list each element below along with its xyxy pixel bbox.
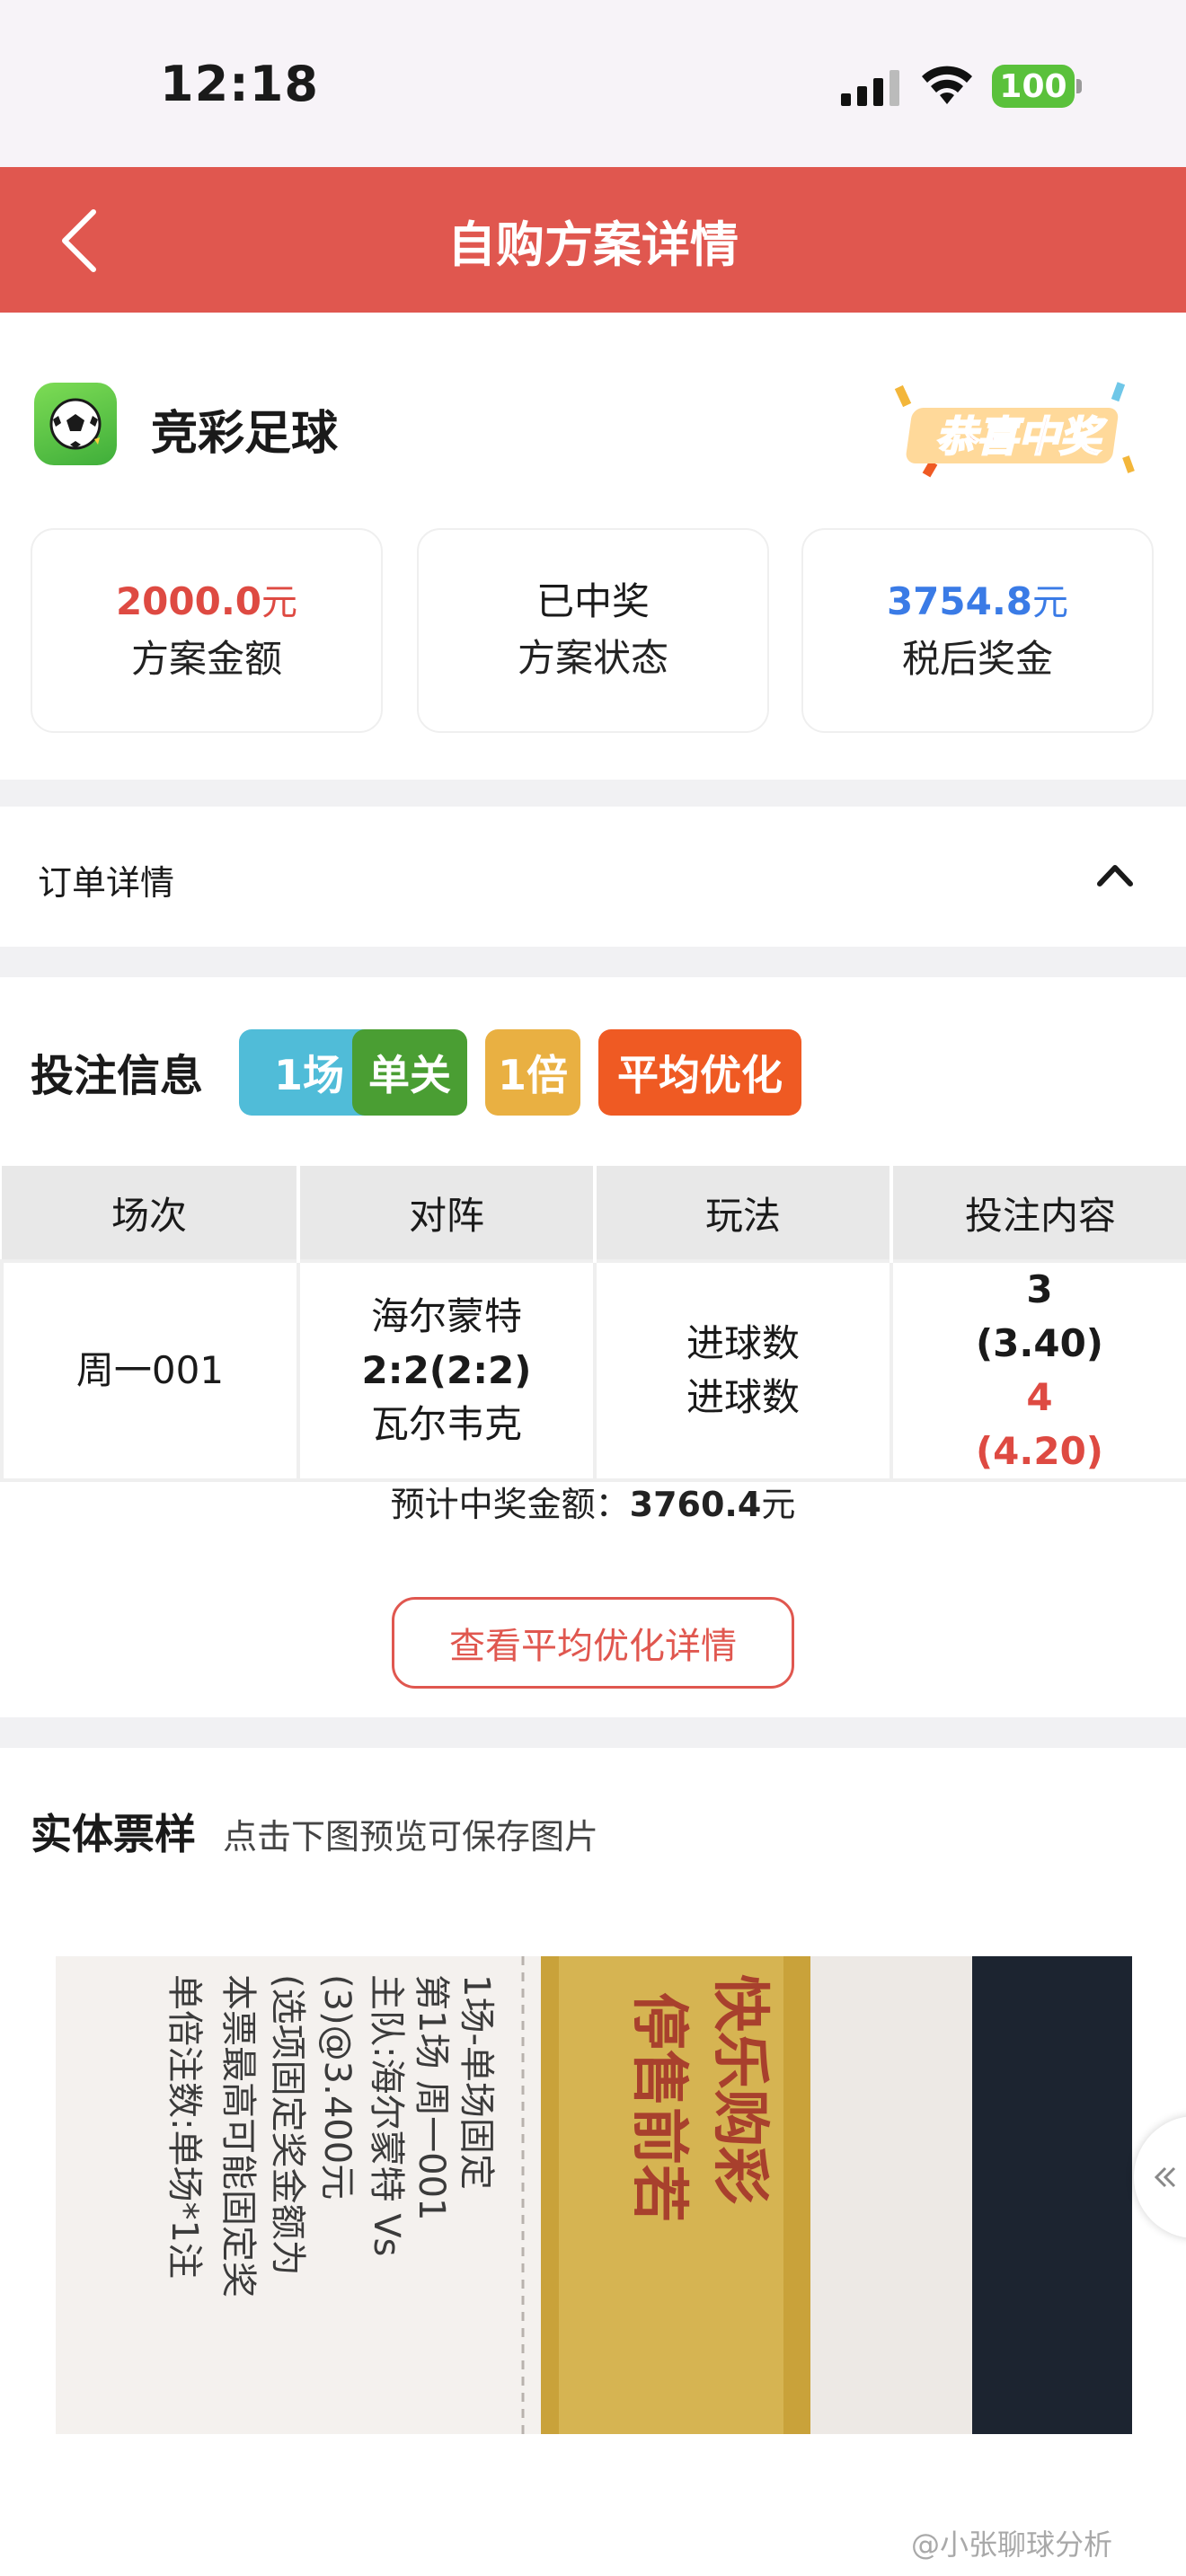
stat-plan-status: 已中奖 方案状态 <box>417 528 769 733</box>
bet-table: 场次 对阵 玩法 投注内容 周一001 海尔蒙特 2:2(2:2) 瓦尔韦克 进… <box>0 1166 1186 1482</box>
ticket-line-4: (3)@3.400元 <box>316 1974 358 2200</box>
forecast-prize: 预计中奖金额：3760.4元 <box>0 1477 1186 1526</box>
tag-average-optimize: 平均优化 <box>598 1029 801 1116</box>
plan-amount-unit: 元 <box>261 581 298 623</box>
plan-amount-value: 2000.0 <box>115 578 262 623</box>
table-row: 周一001 海尔蒙特 2:2(2:2) 瓦尔韦克 进球数 进球数 3 (3.40… <box>0 1259 1186 1482</box>
cell-match-no: 周一001 <box>0 1259 300 1482</box>
battery-indicator: 100 <box>992 65 1082 108</box>
stat-after-tax-prize: 3754.8元 税后奖金 <box>801 528 1154 733</box>
pick-1: 3 <box>1026 1267 1053 1311</box>
order-detail-toggle[interactable]: 订单详情 <box>0 807 1186 947</box>
cell-bet-content: 3 (3.40) 4 (4.20) <box>890 1259 1186 1482</box>
gold-text-2: 停售前若 <box>625 1992 692 2222</box>
play-type-2: 进球数 <box>686 1375 800 1419</box>
status-time: 12:18 <box>160 56 319 112</box>
tag-multiplier: 1倍 <box>485 1029 580 1116</box>
ticket-title: 实体票样 <box>31 1810 196 1858</box>
plan-status-label: 方案状态 <box>517 636 668 680</box>
physical-ticket-section: 实体票样 点击下图预览可保存图片 1场-单场固定 第1场 周一001 主队:海尔… <box>0 1748 1186 2576</box>
chevron-up-icon[interactable] <box>1094 857 1136 893</box>
plan-summary-card: 竞彩足球 恭喜中奖 2000.0元 方案金额 已中奖 方案状态 3754.8元 … <box>0 313 1186 780</box>
ticket-line-6: 本票最高可能固定奖 <box>217 1974 259 2298</box>
col-header-match-no: 场次 <box>2 1166 300 1261</box>
after-tax-prize-value: 3754.8 <box>886 578 1033 623</box>
ticket-line-3: 主队:海尔蒙特 Vs <box>366 1974 407 2256</box>
match-score: 2:2(2:2) <box>361 1348 532 1392</box>
odds-2: (4.20) <box>975 1429 1104 1473</box>
tag-single: 单关 <box>352 1029 467 1116</box>
match-no-text: 周一001 <box>75 1348 225 1392</box>
ticket-photo[interactable]: 1场-单场固定 第1场 周一001 主队:海尔蒙特 Vs (3)@3.400元 … <box>56 1956 1132 2434</box>
plan-status-value: 已中奖 <box>535 579 650 623</box>
away-team: 瓦尔韦克 <box>370 1402 522 1446</box>
col-header-play: 玩法 <box>595 1166 893 1261</box>
ticket-line-5: (选项固定奖金额为 <box>267 1974 308 2276</box>
watermark: @小张聊球分析 <box>911 2527 1113 2562</box>
stat-plan-amount: 2000.0元 方案金额 <box>31 528 383 733</box>
congratulations-winning-badge: 恭喜中奖 <box>894 382 1135 478</box>
double-chevron-left-icon <box>1154 2166 1176 2188</box>
football-lottery-icon <box>34 383 117 465</box>
wifi-icon <box>922 66 972 104</box>
status-bar: 12:18 100 <box>0 0 1186 167</box>
col-header-fixture: 对阵 <box>298 1166 597 1261</box>
col-header-bet-content: 投注内容 <box>891 1166 1186 1261</box>
forecast-label: 预计中奖金额： <box>390 1485 630 1524</box>
ticket-line-2: 第1场 周一001 <box>411 1974 452 2221</box>
home-team: 海尔蒙特 <box>370 1294 522 1338</box>
bet-info-section: 投注信息 1场 单关 1倍 平均优化 场次 对阵 玩法 投注内容 周一001 海… <box>0 977 1186 1717</box>
ticket-line-1: 1场-单场固定 <box>456 1974 497 2190</box>
order-detail-label: 订单详情 <box>38 863 175 903</box>
after-tax-prize-label: 税后奖金 <box>901 636 1053 681</box>
forecast-unit: 元 <box>761 1485 796 1524</box>
gold-text-1: 快乐购彩 <box>706 1974 773 2204</box>
plan-amount-label: 方案金额 <box>130 636 282 681</box>
play-type-1: 进球数 <box>686 1321 800 1365</box>
nav-bar: 自购方案详情 <box>0 167 1186 313</box>
bet-info-title: 投注信息 <box>31 1051 204 1101</box>
cell-fixture: 海尔蒙特 2:2(2:2) 瓦尔韦克 <box>296 1259 597 1482</box>
page-title: 自购方案详情 <box>447 216 739 273</box>
cellular-signal-icon <box>841 70 899 106</box>
lottery-name: 竞彩足球 <box>151 407 339 461</box>
back-arrow-icon[interactable] <box>54 207 108 275</box>
after-tax-prize-unit: 元 <box>1032 581 1069 623</box>
winning-badge-text: 恭喜中奖 <box>935 412 1107 461</box>
ticket-subtitle: 点击下图预览可保存图片 <box>223 1817 599 1857</box>
cell-play: 进球数 进球数 <box>593 1259 893 1482</box>
view-optimize-detail-button[interactable]: 查看平均优化详情 <box>392 1597 794 1689</box>
pick-2: 4 <box>1026 1375 1053 1419</box>
odds-1: (3.40) <box>975 1321 1104 1365</box>
forecast-value: 3760.4 <box>629 1485 762 1524</box>
ticket-line-7: 单倍注数:单场*1注 <box>164 1974 205 2279</box>
